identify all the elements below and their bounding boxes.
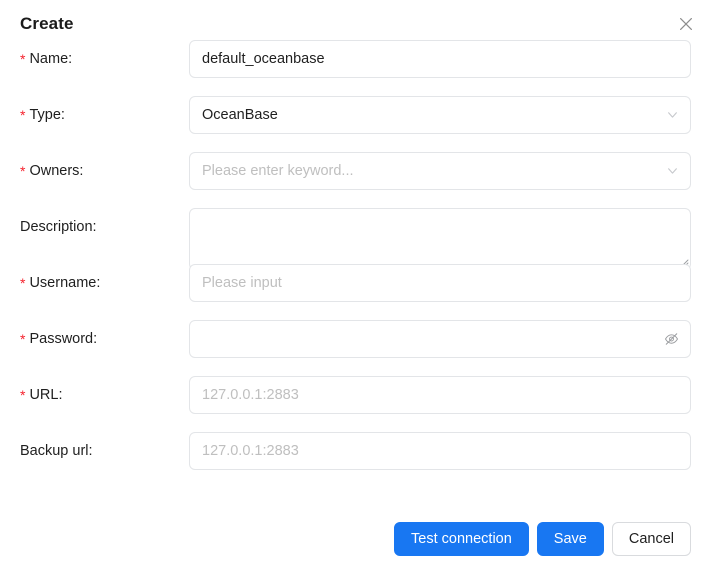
required-marker-password: * [20,331,25,347]
owners-select[interactable]: Please enter keyword... [189,152,691,190]
label-text-description: Description [20,219,93,235]
label-backup-url: Backup url: [20,432,93,470]
label-suffix-username: : [96,275,100,291]
form-row-url: *URL: 127.0.0.1:2883 [0,376,712,432]
label-text-password: Password [29,331,93,347]
form-row-owners: *Owners: Please enter keyword... [0,152,712,208]
create-form: *Name: default_oceanbase *Type: OceanBas… [0,40,712,488]
form-row-username: *Username: Please input [0,264,712,320]
label-owners: *Owners: [20,152,83,190]
backup-url-input[interactable]: 127.0.0.1:2883 [189,432,691,470]
description-textarea[interactable] [189,208,691,270]
name-input[interactable]: default_oceanbase [189,40,691,78]
eye-invisible-icon[interactable] [664,332,679,347]
form-row-name: *Name: default_oceanbase [0,40,712,96]
owners-select-placeholder: Please enter keyword... [202,162,354,180]
required-marker-username: * [20,275,25,291]
chevron-down-icon[interactable] [666,109,679,122]
create-datasource-dialog: Create *Name: default_oceanbase *Type: [0,0,712,578]
required-marker-url: * [20,387,25,403]
control-description [189,208,691,270]
password-input[interactable] [189,320,691,358]
label-text-name: Name [29,51,68,67]
required-marker-name: * [20,51,25,67]
label-url: *URL: [20,376,63,414]
label-suffix-url: : [58,387,62,403]
label-text-backup-url: Backup url [20,443,89,459]
save-button[interactable]: Save [537,522,604,556]
form-row-description: Description: [0,208,712,264]
form-row-password: *Password: [0,320,712,376]
url-input[interactable]: 127.0.0.1:2883 [189,376,691,414]
cancel-button[interactable]: Cancel [612,522,691,556]
control-owners: Please enter keyword... [189,152,691,190]
required-marker-type: * [20,107,25,123]
url-input-placeholder: 127.0.0.1:2883 [202,386,299,404]
label-suffix-type: : [61,107,65,123]
type-select-value: OceanBase [202,106,278,124]
page-title: Create [20,14,74,34]
control-type: OceanBase [189,96,691,134]
control-password [189,320,691,358]
label-text-username: Username [29,275,96,291]
required-marker-owners: * [20,163,25,179]
dialog-footer: Test connection Save Cancel [0,522,712,562]
label-description: Description: [20,208,97,246]
username-input-placeholder: Please input [202,274,282,292]
footer-button-group: Test connection Save Cancel [394,522,691,556]
name-input-value: default_oceanbase [202,50,325,68]
label-text-url: URL [29,387,58,403]
label-suffix-description: : [93,219,97,235]
label-username: *Username: [20,264,100,302]
control-username: Please input [189,264,691,302]
label-text-type: Type [29,107,60,123]
form-row-backup-url: Backup url: 127.0.0.1:2883 [0,432,712,488]
label-name: *Name: [20,40,72,78]
label-type: *Type: [20,96,65,134]
username-input[interactable]: Please input [189,264,691,302]
backup-url-input-placeholder: 127.0.0.1:2883 [202,442,299,460]
chevron-down-icon[interactable] [666,165,679,178]
form-row-type: *Type: OceanBase [0,96,712,152]
type-select[interactable]: OceanBase [189,96,691,134]
close-icon[interactable] [674,12,698,36]
label-suffix-password: : [93,331,97,347]
label-suffix-name: : [68,51,72,67]
control-backup-url: 127.0.0.1:2883 [189,432,691,470]
label-suffix-backup-url: : [89,443,93,459]
label-text-owners: Owners [29,163,79,179]
control-name: default_oceanbase [189,40,691,78]
label-suffix-owners: : [79,163,83,179]
test-connection-button[interactable]: Test connection [394,522,529,556]
control-url: 127.0.0.1:2883 [189,376,691,414]
label-password: *Password: [20,320,97,358]
